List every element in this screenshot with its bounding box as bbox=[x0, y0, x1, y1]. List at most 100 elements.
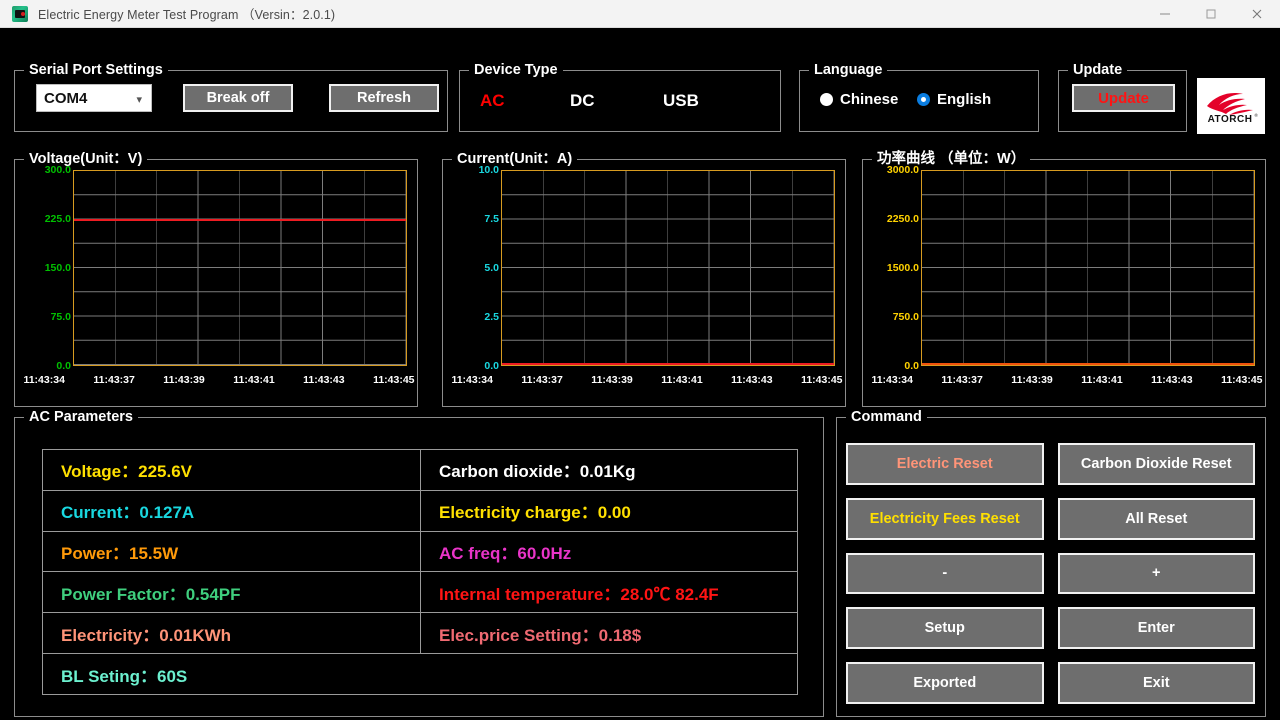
param-carbon-dioxide: Carbon dioxide：0.01Kg bbox=[420, 450, 797, 490]
power-y-axis: 3000.0 2250.0 1500.0 750.0 0.0 bbox=[867, 170, 919, 366]
power-xtick-e: 11:43:43 bbox=[1151, 374, 1192, 386]
param-voltage: Voltage：225.6V bbox=[43, 450, 420, 490]
ac-parameters-table: Voltage：225.6V Carbon dioxide：0.01Kg Cur… bbox=[42, 449, 798, 695]
radio-chinese-icon[interactable] bbox=[820, 93, 833, 106]
current-ytick-1: 7.5 bbox=[484, 213, 499, 225]
power-chart-group: 功率曲线 （单位：W） 3000.0 2250.0 1500.0 750.0 0… bbox=[862, 159, 1266, 407]
language-legend: Language bbox=[809, 61, 887, 79]
language-group: Language Chinese English bbox=[799, 70, 1039, 132]
electric-reset-button[interactable]: Electric Reset bbox=[846, 443, 1044, 485]
device-type-group: Device Type AC DC USB bbox=[459, 70, 781, 132]
power-ytick-3: 750.0 bbox=[893, 311, 919, 323]
voltage-xtick-f: 11:43:45 bbox=[373, 374, 414, 386]
voltage-ytick-4: 0.0 bbox=[56, 360, 71, 372]
voltage-xtick-d: 11:43:41 bbox=[233, 374, 274, 386]
current-chart-canvas: 10.0 7.5 5.0 2.5 0.0 11:43:34 11:43:37 1… bbox=[443, 160, 845, 406]
param-electricity-charge: Electricity charge：0.00 bbox=[420, 491, 797, 531]
param-electricity: Electricity：0.01KWh bbox=[43, 613, 420, 653]
device-type-usb[interactable]: USB bbox=[663, 91, 699, 111]
power-ytick-2: 1500.0 bbox=[887, 262, 919, 274]
app-body: Serial Port Settings COM4 ▾ Break off Re… bbox=[0, 28, 1280, 720]
current-xtick-c: 11:43:39 bbox=[591, 374, 632, 386]
exported-button[interactable]: Exported bbox=[846, 662, 1044, 704]
current-ytick-0: 10.0 bbox=[479, 164, 499, 176]
current-xtick-f: 11:43:45 bbox=[801, 374, 842, 386]
current-xtick-a: 11:43:34 bbox=[451, 374, 492, 386]
voltage-y-axis: 300.0 225.0 150.0 75.0 0.0 bbox=[19, 170, 71, 366]
power-xtick-d: 11:43:41 bbox=[1081, 374, 1122, 386]
table-row: Voltage：225.6V Carbon dioxide：0.01Kg bbox=[43, 450, 797, 490]
command-group: Command Electric Reset Carbon Dioxide Re… bbox=[836, 417, 1266, 717]
language-chinese-label: Chinese bbox=[840, 91, 898, 108]
update-legend: Update bbox=[1068, 61, 1127, 79]
current-xtick-e: 11:43:43 bbox=[731, 374, 772, 386]
language-radio-english[interactable]: English bbox=[917, 91, 991, 108]
app-icon bbox=[12, 6, 28, 22]
atorch-logo: ATORCH ® bbox=[1197, 78, 1265, 134]
minus-button[interactable]: - bbox=[846, 553, 1044, 595]
current-plot-area bbox=[501, 170, 835, 366]
device-type-ac[interactable]: AC bbox=[480, 91, 505, 111]
ac-parameters-group: AC Parameters Voltage：225.6V Carbon diox… bbox=[14, 417, 824, 717]
power-ytick-4: 0.0 bbox=[904, 360, 919, 372]
update-button[interactable]: Update bbox=[1072, 84, 1175, 112]
plus-button[interactable]: + bbox=[1058, 553, 1256, 595]
language-english-label: English bbox=[937, 91, 991, 108]
current-series-line bbox=[502, 363, 834, 365]
com-port-select[interactable]: COM4 ▾ bbox=[36, 84, 152, 112]
atorch-logo-mark: ATORCH ® bbox=[1201, 86, 1261, 126]
power-xtick-b: 11:43:37 bbox=[941, 374, 982, 386]
serial-port-settings-group: Serial Port Settings COM4 ▾ Break off Re… bbox=[14, 70, 448, 132]
radio-english-icon[interactable] bbox=[917, 93, 930, 106]
power-xtick-c: 11:43:39 bbox=[1011, 374, 1052, 386]
current-ytick-4: 0.0 bbox=[484, 360, 499, 372]
setup-button[interactable]: Setup bbox=[846, 607, 1044, 649]
voltage-ytick-3: 75.0 bbox=[51, 311, 71, 323]
table-row: Power Factor：0.54PF Internal temperature… bbox=[43, 571, 797, 612]
close-icon[interactable] bbox=[1234, 0, 1280, 28]
voltage-xtick-e: 11:43:43 bbox=[303, 374, 344, 386]
minimize-icon[interactable] bbox=[1142, 0, 1188, 28]
current-y-axis: 10.0 7.5 5.0 2.5 0.0 bbox=[447, 170, 499, 366]
voltage-ytick-0: 300.0 bbox=[45, 164, 71, 176]
power-xtick-f: 11:43:45 bbox=[1221, 374, 1262, 386]
refresh-button[interactable]: Refresh bbox=[329, 84, 439, 112]
serial-port-settings-legend: Serial Port Settings bbox=[24, 61, 168, 79]
current-xtick-b: 11:43:37 bbox=[521, 374, 562, 386]
command-legend: Command bbox=[846, 408, 927, 426]
power-ytick-0: 3000.0 bbox=[887, 164, 919, 176]
power-xtick-a: 11:43:34 bbox=[871, 374, 912, 386]
exit-button[interactable]: Exit bbox=[1058, 662, 1256, 704]
param-power: Power：15.5W bbox=[43, 532, 420, 572]
table-row: Power：15.5W AC freq：60.0Hz bbox=[43, 531, 797, 572]
power-chart-canvas: 3000.0 2250.0 1500.0 750.0 0.0 11:43:34 … bbox=[863, 160, 1265, 406]
power-x-axis: 11:43:34 11:43:37 11:43:39 11:43:41 11:4… bbox=[877, 374, 1257, 390]
voltage-chart-canvas: 300.0 225.0 150.0 75.0 0.0 11:43:34 11:4… bbox=[15, 160, 417, 406]
all-reset-button[interactable]: All Reset bbox=[1058, 498, 1256, 540]
table-row: BL Seting：60S bbox=[43, 653, 797, 694]
electricity-fees-reset-button[interactable]: Electricity Fees Reset bbox=[846, 498, 1044, 540]
window-titlebar: Electric Energy Meter Test Program （Vers… bbox=[0, 0, 1280, 28]
current-xtick-d: 11:43:41 bbox=[661, 374, 702, 386]
maximize-icon[interactable] bbox=[1188, 0, 1234, 28]
voltage-chart-group: Voltage(Unit：V) 300.0 225.0 150.0 75.0 0… bbox=[14, 159, 418, 407]
current-ytick-2: 5.0 bbox=[484, 262, 499, 274]
command-button-grid: Electric Reset Carbon Dioxide Reset Elec… bbox=[846, 443, 1255, 704]
enter-button[interactable]: Enter bbox=[1058, 607, 1256, 649]
device-type-legend: Device Type bbox=[469, 61, 563, 79]
voltage-xtick-b: 11:43:37 bbox=[93, 374, 134, 386]
chevron-down-icon: ▾ bbox=[136, 93, 142, 106]
param-elec-price-setting: Elec.price Setting：0.18$ bbox=[420, 613, 797, 653]
break-off-button[interactable]: Break off bbox=[183, 84, 293, 112]
param-internal-temperature: Internal temperature：28.0℃ 82.4F bbox=[420, 572, 797, 612]
language-radio-chinese[interactable]: Chinese bbox=[820, 91, 898, 108]
voltage-series-line bbox=[74, 219, 406, 221]
voltage-xtick-c: 11:43:39 bbox=[163, 374, 204, 386]
carbon-dioxide-reset-button[interactable]: Carbon Dioxide Reset bbox=[1058, 443, 1256, 485]
current-x-axis: 11:43:34 11:43:37 11:43:39 11:43:41 11:4… bbox=[457, 374, 837, 390]
param-ac-freq: AC freq：60.0Hz bbox=[420, 532, 797, 572]
ac-parameters-legend: AC Parameters bbox=[24, 408, 138, 426]
window-title: Electric Energy Meter Test Program （Vers… bbox=[38, 4, 335, 23]
device-type-dc[interactable]: DC bbox=[570, 91, 595, 111]
table-row: Current：0.127A Electricity charge：0.00 bbox=[43, 490, 797, 531]
